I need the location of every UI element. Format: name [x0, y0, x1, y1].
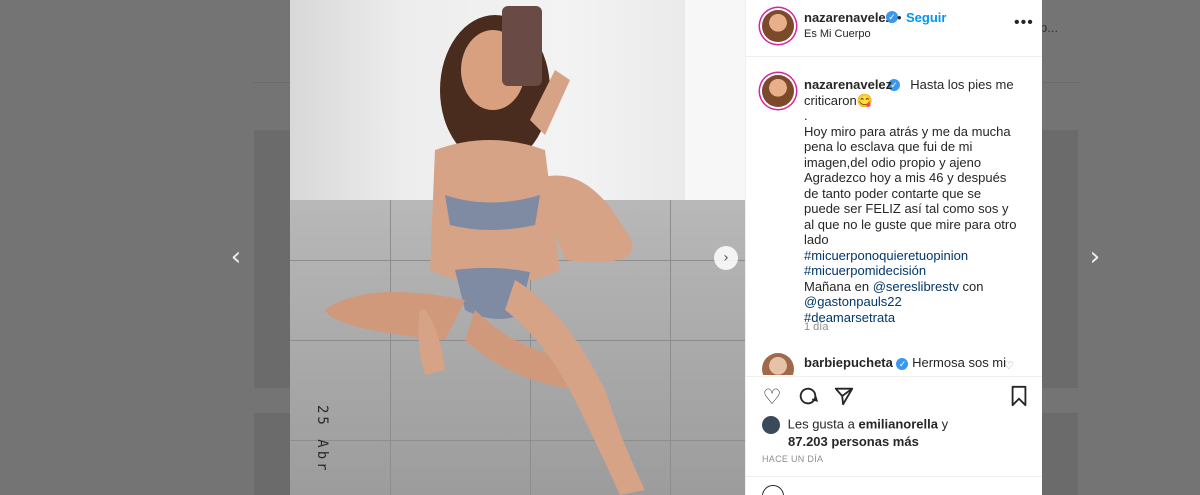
likes-count[interactable]: 87.203 personas más	[788, 434, 919, 449]
background-thumbnail	[254, 413, 290, 495]
post-photo: 25 Abr ›	[290, 0, 745, 495]
comment-username[interactable]: barbiepucheta	[804, 355, 893, 370]
carousel-next-chevron-right-icon[interactable]: ›	[714, 246, 738, 270]
comments-section: ✓ nazarenavelez Hasta los pies me critic…	[746, 57, 1042, 375]
caption-time: 1 día	[804, 321, 829, 333]
likes-user[interactable]: emilianorella	[858, 416, 937, 431]
post-header: nazarenavelez ✓ • Seguir Es Mi Cuerpo ••…	[746, 0, 1042, 57]
prev-post-chevron-left-icon[interactable]: ‹	[224, 244, 248, 270]
post-modal: 25 Abr › nazarenavelez ✓ • Seguir Es Mi …	[290, 0, 1042, 495]
caption-text: con	[962, 278, 984, 294]
caption-username[interactable]: nazarenavelez	[804, 77, 892, 92]
action-bar: ♡	[746, 376, 1042, 417]
next-post-chevron-right-icon[interactable]: ›	[1083, 244, 1107, 270]
likes-summary: Les gusta a emilianorella y 87.203 perso…	[762, 416, 948, 450]
post-sidebar: nazarenavelez ✓ • Seguir Es Mi Cuerpo ••…	[745, 0, 1042, 495]
header-username[interactable]: nazarenavelez	[804, 10, 892, 25]
comment: barbiepucheta ✓ Hermosa sos mi	[804, 355, 1006, 370]
bookmark-icon[interactable]	[1007, 385, 1031, 409]
photo-date-stamp: 25 Abr	[314, 405, 330, 474]
separator-dot: •	[897, 10, 902, 25]
likes-and: y	[941, 416, 949, 432]
background-thumbnail	[1042, 130, 1078, 388]
follow-button[interactable]: Seguir	[906, 10, 946, 25]
avatar[interactable]	[762, 416, 780, 434]
caption-text: Mañana en	[804, 278, 870, 294]
comment-text: Hermosa sos mi	[912, 355, 1007, 370]
add-comment-bar	[746, 476, 1042, 495]
avatar[interactable]	[762, 353, 794, 375]
comment-icon[interactable]	[796, 385, 820, 409]
caption-separator: .	[804, 108, 808, 123]
caption-body: Hoy miro para atrás y me da mucha pena l…	[804, 123, 1017, 248]
hashtag-link[interactable]: #micuerponoquieretuopinion	[804, 248, 968, 263]
emoji-icon[interactable]	[762, 485, 784, 495]
comment-like-heart-icon[interactable]: ♡	[1004, 359, 1014, 372]
post-timestamp: HACE UN DÍA	[762, 454, 824, 464]
avatar[interactable]	[762, 10, 794, 42]
location-link[interactable]: Es Mi Cuerpo	[804, 28, 871, 40]
avatar[interactable]	[762, 75, 794, 107]
mention-link[interactable]: @sereslibrestv	[873, 279, 959, 294]
more-options-icon[interactable]: •••	[1014, 14, 1034, 32]
heart-icon[interactable]: ♡	[760, 385, 784, 409]
background-thumbnail	[254, 130, 290, 388]
mention-link[interactable]: @gastonpauls22	[804, 294, 902, 309]
paper-plane-icon[interactable]	[832, 385, 856, 409]
background-text: p...	[1040, 20, 1059, 35]
background-thumbnail	[1042, 413, 1078, 495]
likes-prefix: Les gusta a	[787, 416, 855, 432]
hashtag-link[interactable]: #micuerpomidecisión	[804, 263, 926, 278]
verified-badge-icon: ✓	[896, 357, 909, 370]
phone-in-photo	[502, 6, 542, 86]
post-caption: nazarenavelez Hasta los pies me criticar…	[804, 77, 1019, 325]
